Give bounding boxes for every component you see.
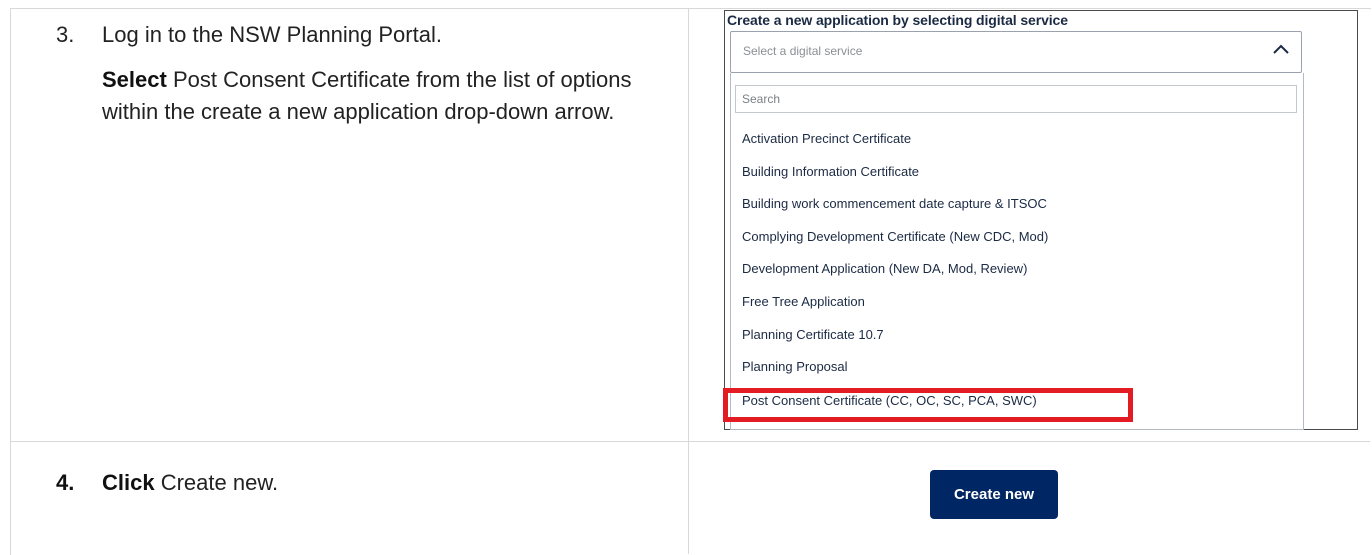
portal-title: Create a new application by selecting di… bbox=[727, 12, 1068, 28]
step-3-instruction: Select Post Consent Certificate from the… bbox=[102, 64, 682, 128]
step-number: 4. bbox=[56, 470, 75, 495]
step-4-instruction: 4. Click Create new. bbox=[56, 466, 278, 499]
option-building-work-commencement[interactable]: Building work commencement date capture … bbox=[742, 196, 1047, 211]
portal-screenshot: Create a new application by selecting di… bbox=[724, 10, 1358, 430]
create-new-button[interactable]: Create new bbox=[930, 470, 1058, 519]
search-placeholder: Search bbox=[742, 92, 781, 106]
search-input[interactable]: Search bbox=[735, 85, 1297, 113]
option-activation-precinct[interactable]: Activation Precinct Certificate bbox=[742, 131, 911, 146]
action-word: Click bbox=[102, 470, 155, 495]
digital-service-select[interactable]: Select a digital service bbox=[730, 31, 1302, 73]
chevron-up-icon[interactable] bbox=[1271, 40, 1291, 60]
instruction-text: Post Consent Certificate from the list o… bbox=[102, 67, 632, 124]
column-divider bbox=[688, 8, 689, 554]
dropdown-list: Search Activation Precinct Certificate B… bbox=[730, 73, 1304, 430]
select-placeholder: Select a digital service bbox=[743, 44, 863, 58]
option-free-tree[interactable]: Free Tree Application bbox=[742, 294, 865, 309]
option-building-information[interactable]: Building Information Certificate bbox=[742, 164, 919, 179]
instruction-text: Create new. bbox=[160, 470, 279, 495]
step-number: 3. bbox=[56, 22, 75, 47]
highlight-box bbox=[723, 388, 1133, 422]
step-3-heading: 3. Log in to the NSW Planning Portal. bbox=[56, 18, 442, 51]
option-planning-proposal[interactable]: Planning Proposal bbox=[742, 359, 848, 374]
option-planning-certificate[interactable]: Planning Certificate 10.7 bbox=[742, 327, 884, 342]
action-word: Select bbox=[102, 67, 167, 92]
row-divider bbox=[10, 441, 1370, 442]
option-development-application[interactable]: Development Application (New DA, Mod, Re… bbox=[742, 261, 1027, 276]
option-complying-development[interactable]: Complying Development Certificate (New C… bbox=[742, 229, 1048, 244]
step-heading-text: Log in to the NSW Planning Portal. bbox=[102, 22, 442, 47]
